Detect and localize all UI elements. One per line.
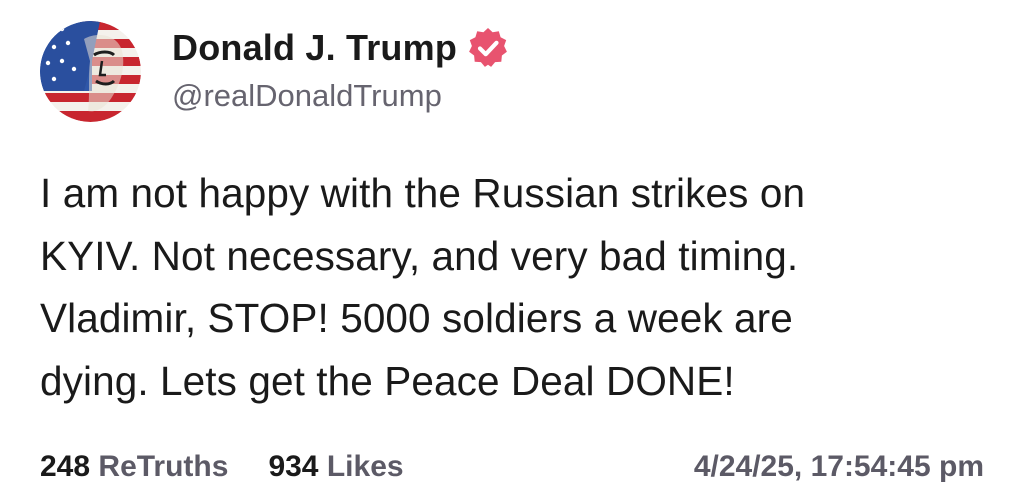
post-footer: 248 ReTruths 934 Likes 4/24/25, 17:54:45… [40, 450, 984, 484]
post-body-text: I am not happy with the Russian strikes … [40, 170, 806, 404]
name-row: Donald J. Trump [172, 24, 509, 72]
flag-portrait-avatar-icon [40, 21, 141, 122]
verified-badge-icon [467, 27, 509, 69]
likes-count: 934 [268, 450, 319, 483]
likes-stat[interactable]: 934 Likes [268, 450, 403, 484]
author-header: Donald J. Trump @realDonaldTrump [172, 24, 509, 114]
display-name[interactable]: Donald J. Trump [172, 27, 457, 69]
post-timestamp: 4/24/25, 17:54:45 pm [693, 450, 984, 483]
truth-post: Donald J. Trump @realDonaldTrump I am no… [0, 0, 1024, 494]
author-handle[interactable]: @realDonaldTrump [172, 78, 509, 114]
avatar[interactable] [40, 21, 141, 122]
retruths-label: ReTruths [98, 450, 229, 483]
likes-label: Likes [326, 450, 404, 483]
retruths-stat[interactable]: 248 ReTruths [40, 450, 228, 484]
retruths-count: 248 [40, 450, 91, 483]
